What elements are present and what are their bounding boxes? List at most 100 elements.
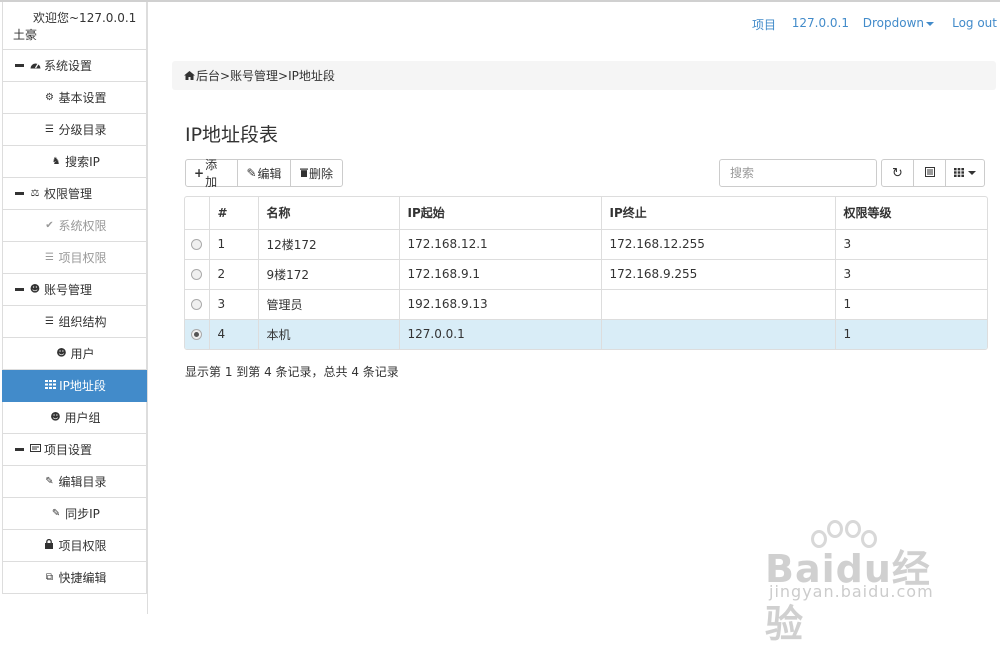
add-button[interactable]: + 添加: [185, 158, 238, 189]
column-header-ip-end[interactable]: IP终止: [600, 197, 835, 229]
search-input[interactable]: [719, 159, 877, 187]
sidebar-item-basic-settings[interactable]: ⚙ 基本设置: [2, 82, 147, 114]
nav-project-link[interactable]: 项目: [752, 16, 776, 33]
sidebar-item-ip-range[interactable]: IP地址段: [2, 370, 147, 402]
sidebar-item-quick-edit[interactable]: ⧉ 快捷编辑: [2, 562, 147, 594]
row-radio-checked[interactable]: [191, 329, 203, 341]
breadcrumb-text[interactable]: 后台>账号管理>IP地址段: [196, 67, 335, 84]
toggle-view-button[interactable]: [913, 159, 946, 187]
home-icon[interactable]: [184, 69, 195, 83]
sidebar-item-project-permissions[interactable]: ☰ 项目权限: [2, 242, 147, 274]
ip-range-table: # 名称 IP起始 IP终止 权限等级 1 12楼172 172.168.12.…: [184, 196, 988, 350]
sidebar-item-edit-directory[interactable]: ✎ 编辑目录: [2, 466, 147, 498]
sidebar-item-user-groups[interactable]: ☻ 用户组: [2, 402, 147, 434]
sidebar: 欢迎您~127.0.0.1土豪 系统设置 ⚙ 基本设置 ☰ 分级目录 ♞ 搜索I…: [2, 2, 148, 614]
cell-level: 3: [834, 228, 987, 259]
columns-icon: [954, 166, 964, 180]
sidebar-item-label: IP地址段: [59, 379, 106, 393]
sidebar-item-label: 编辑目录: [58, 475, 107, 489]
sidebar-item-label: 项目权限: [58, 251, 107, 265]
row-select-cell[interactable]: [185, 318, 209, 349]
column-header-id[interactable]: #: [208, 197, 258, 229]
page-title: IP地址段表: [185, 124, 279, 146]
cell-level: 3: [834, 258, 987, 289]
list-view-icon: [924, 166, 935, 180]
cell-ip-start: 192.168.9.13: [398, 288, 601, 319]
sidebar-item-label: 项目权限: [58, 539, 107, 553]
delete-button[interactable]: 删除: [290, 159, 343, 187]
users-icon: ☻: [50, 412, 61, 423]
collapse-icon: [15, 64, 24, 67]
card-icon: [28, 444, 42, 455]
cell-id: 4: [208, 318, 258, 349]
sidebar-item-search-ip[interactable]: ♞ 搜索IP: [2, 146, 147, 178]
users-icon: ☻: [56, 348, 67, 359]
list-icon: ☰: [45, 124, 54, 135]
sidebar-item-label: 权限管理: [44, 187, 93, 201]
copy-icon: ⧉: [45, 572, 54, 583]
cell-ip-end: [600, 318, 835, 349]
sidebar-group-system[interactable]: 系统设置: [2, 50, 147, 82]
table-header-row: # 名称 IP起始 IP终止 权限等级: [185, 197, 987, 229]
collapse-icon: [15, 192, 24, 195]
nav-logout-link[interactable]: Log out: [952, 16, 997, 30]
sidebar-item-label: 项目设置: [44, 443, 93, 457]
paw-toe-icon: [827, 520, 843, 538]
row-select-cell[interactable]: [185, 288, 209, 319]
cell-id: 1: [208, 228, 258, 259]
row-select-cell[interactable]: [185, 258, 209, 289]
sidebar-item-label: 账号管理: [44, 283, 93, 297]
cell-ip-start: 127.0.0.1: [398, 318, 601, 349]
table-row-selected[interactable]: 4 本机 127.0.0.1 1: [185, 318, 987, 349]
edit-button[interactable]: ✎ 编辑: [237, 159, 291, 187]
lock-icon: [42, 538, 56, 552]
cell-ip-end: 172.168.9.255: [600, 258, 835, 289]
check-circle-icon: ✔: [45, 220, 54, 231]
sidebar-group-permissions[interactable]: ⚖ 权限管理: [2, 178, 147, 210]
grid-icon: [43, 379, 57, 392]
edit-icon: ✎: [45, 476, 54, 487]
sidebar-item-users[interactable]: ☻ 用户: [2, 338, 147, 370]
row-radio[interactable]: [191, 299, 203, 310]
sidebar-item-sync-ip[interactable]: ✎ 同步IP: [2, 498, 147, 530]
sidebar-item-system-permissions[interactable]: ✔ 系统权限: [2, 210, 147, 242]
nav-dropdown[interactable]: Dropdown: [863, 16, 934, 30]
collapse-icon: [15, 288, 24, 291]
paw-toe-icon: [845, 520, 861, 538]
table-row[interactable]: 2 9楼172 172.168.9.1 172.168.9.255 3: [185, 258, 987, 289]
cell-ip-start: 172.168.9.1: [398, 258, 601, 289]
top-border: [0, 0, 1000, 2]
menu-icon: ☰: [45, 252, 54, 263]
baidu-watermark: Baidu经验 jingyan.baidu.com: [735, 520, 965, 646]
cell-level: 1: [834, 318, 987, 349]
sidebar-group-accounts[interactable]: ☻ 账号管理: [2, 274, 147, 306]
cell-ip-end: 172.168.12.255: [600, 228, 835, 259]
cell-id: 3: [208, 288, 258, 319]
cell-level: 1: [834, 288, 987, 319]
sidebar-group-projects[interactable]: 项目设置: [2, 434, 147, 466]
table-row[interactable]: 1 12楼172 172.168.12.1 172.168.12.255 3: [185, 228, 987, 259]
users-icon: ☻: [29, 284, 41, 295]
add-button-label: 添加: [205, 158, 218, 189]
cell-name: 9楼172: [257, 258, 399, 289]
nav-ip-link[interactable]: 127.0.0.1: [792, 16, 849, 30]
cell-ip-start: 172.168.12.1: [398, 228, 601, 259]
sidebar-item-label: 系统权限: [58, 219, 107, 233]
row-radio[interactable]: [191, 269, 203, 280]
sidebar-item-project-permissions-2[interactable]: 项目权限: [2, 530, 147, 562]
delete-button-label: 删除: [308, 166, 333, 181]
column-header-ip-start[interactable]: IP起始: [398, 197, 601, 229]
refresh-button[interactable]: ↻: [881, 159, 914, 187]
column-header-level[interactable]: 权限等级: [834, 197, 987, 229]
column-header-name[interactable]: 名称: [257, 197, 399, 229]
action-button-group: + 添加 ✎ 编辑 删除: [185, 158, 343, 189]
table-row[interactable]: 3 管理员 192.168.9.13 1: [185, 288, 987, 319]
caret-down-icon: [926, 21, 934, 26]
row-radio[interactable]: [191, 239, 203, 250]
row-select-cell[interactable]: [185, 228, 209, 259]
cell-id: 2: [208, 258, 258, 289]
sidebar-item-directory[interactable]: ☰ 分级目录: [2, 114, 147, 146]
columns-dropdown-button[interactable]: [945, 159, 985, 187]
sidebar-item-org-structure[interactable]: ☰ 组织结构: [2, 306, 147, 338]
sidebar-item-label: 快捷编辑: [58, 571, 107, 585]
